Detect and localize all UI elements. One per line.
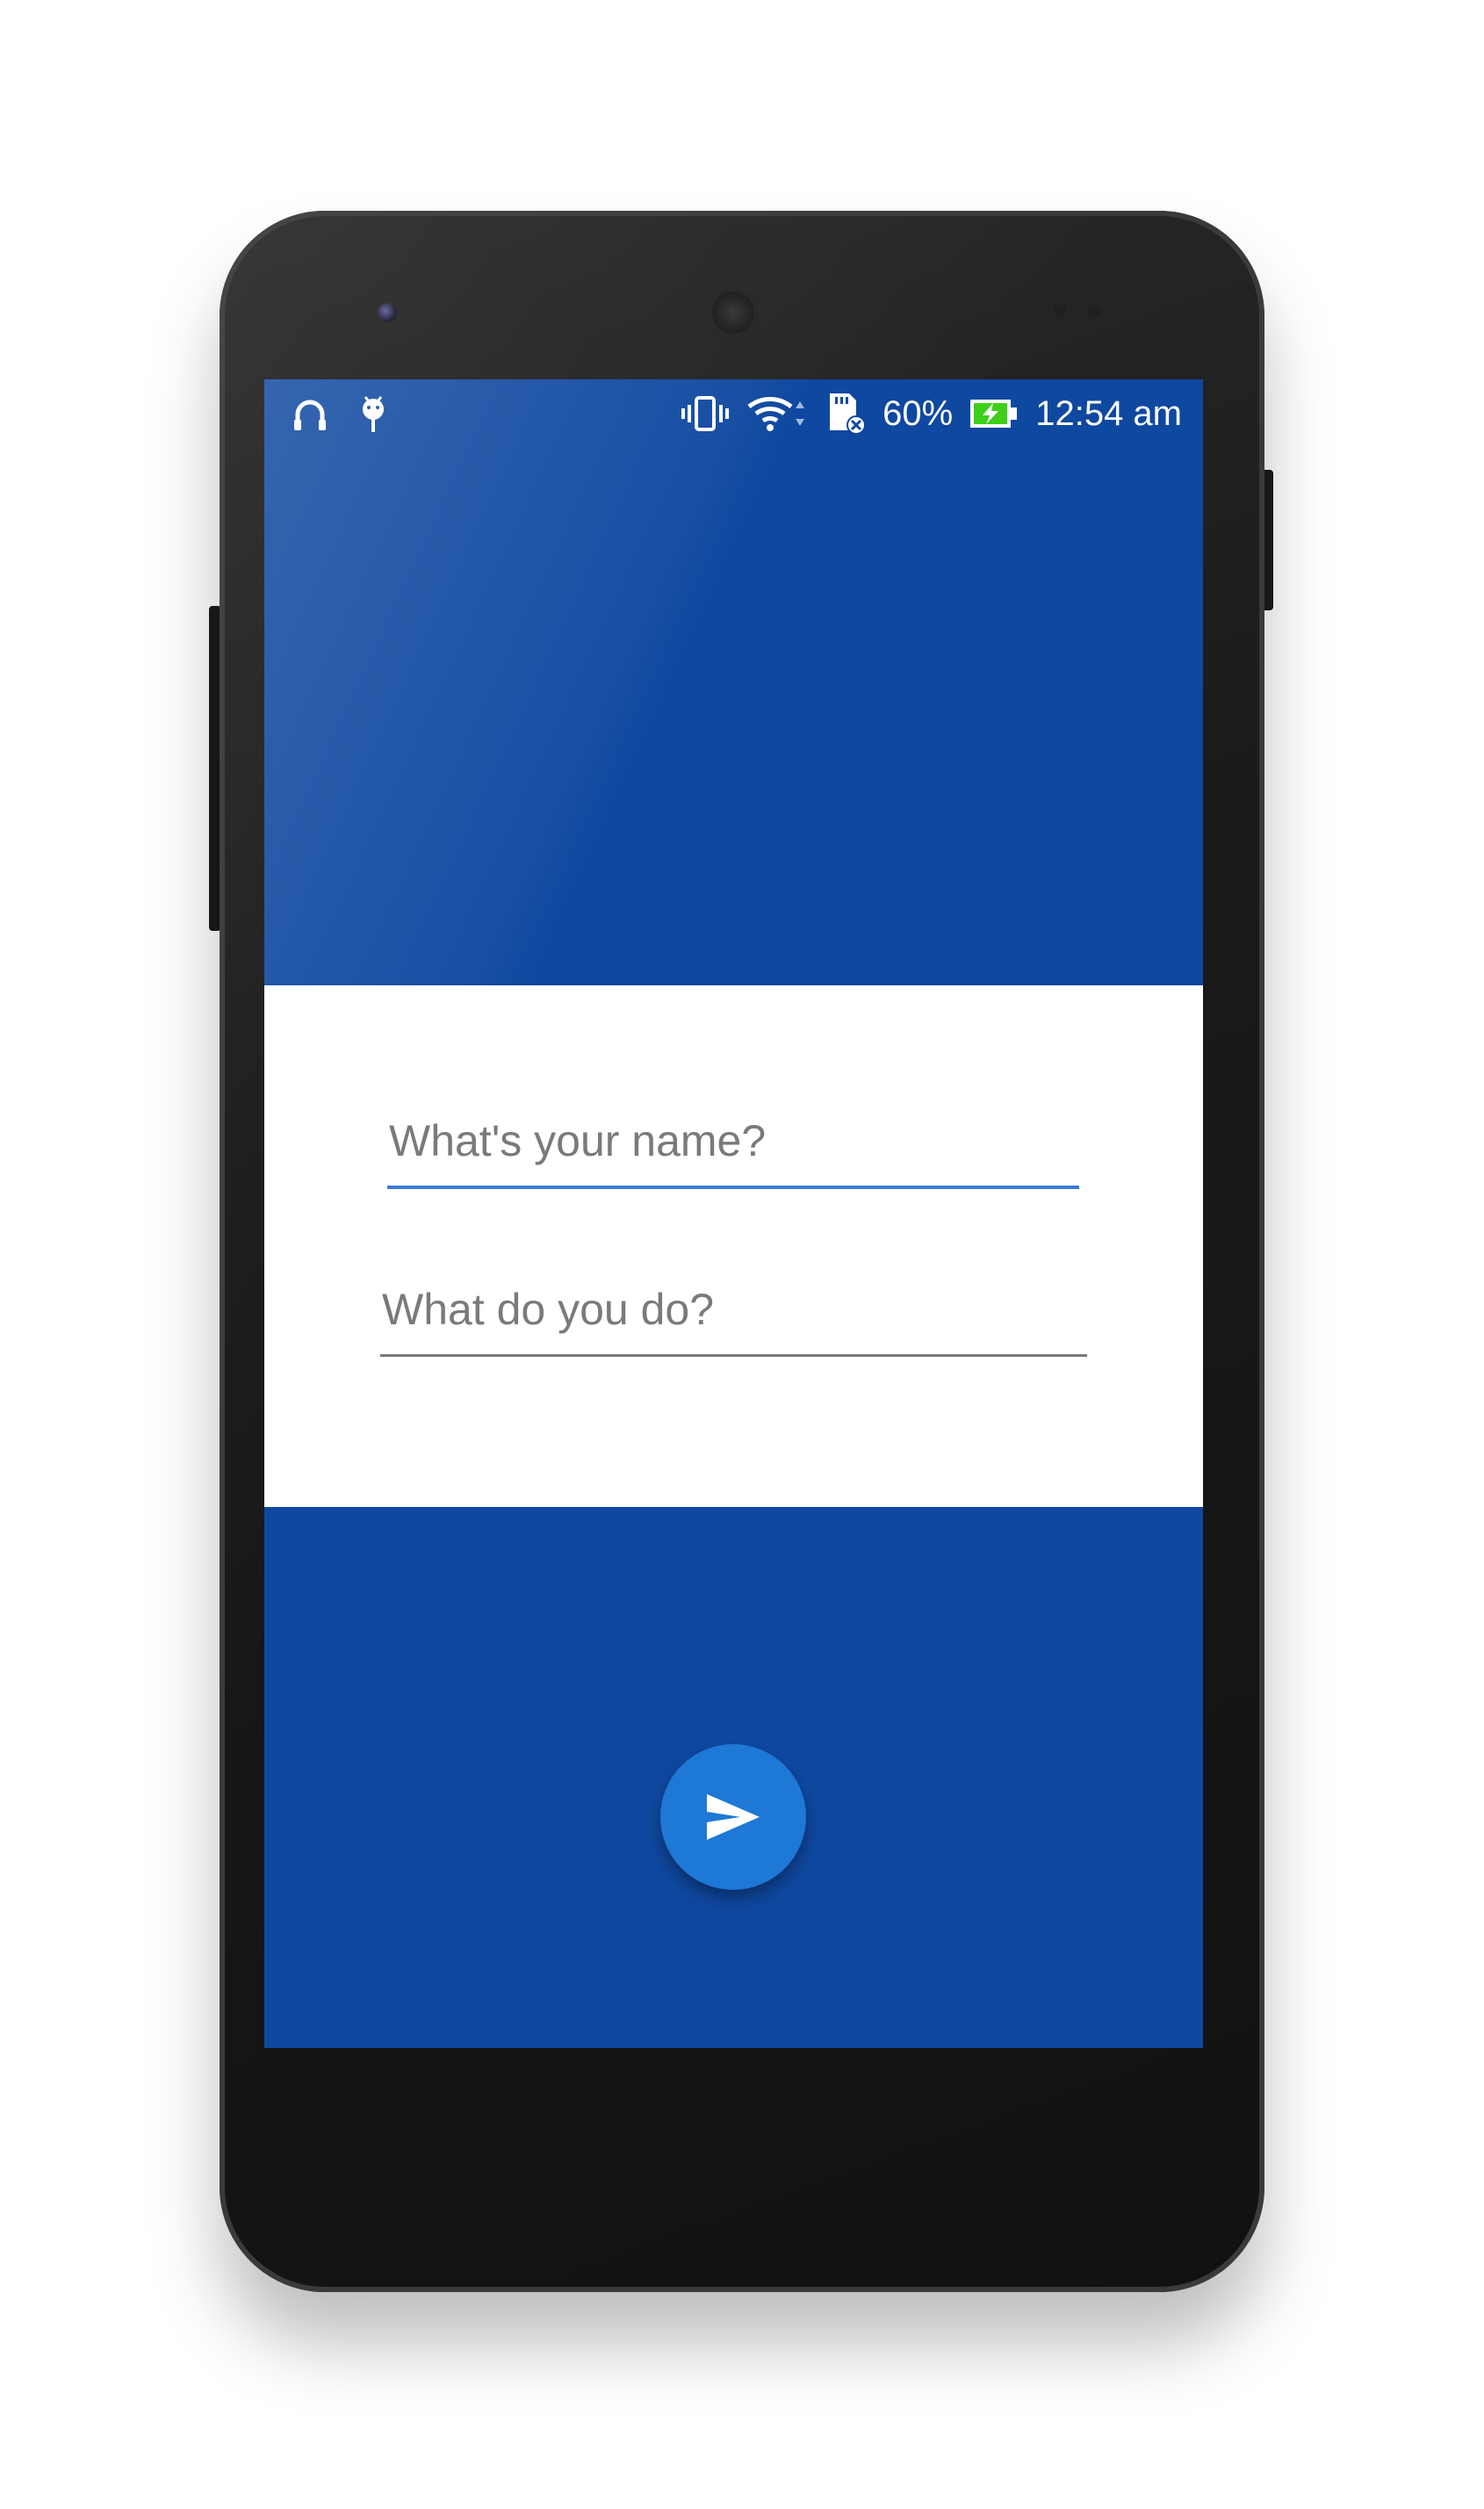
occupation-field-underline [380, 1354, 1087, 1357]
app-screen: 60% 12:54 am What's your name? What do y… [264, 379, 1203, 2048]
clock: 12:54 am [1035, 393, 1182, 433]
name-field[interactable]: What's your name? [387, 1115, 1079, 1189]
name-field-placeholder[interactable]: What's your name? [387, 1115, 1079, 1166]
headset-icon [291, 395, 329, 434]
light-sensor [1087, 305, 1099, 317]
proximity-sensor [1054, 305, 1066, 317]
vibrate-icon [681, 394, 730, 433]
header-panel [264, 379, 1203, 985]
send-icon [705, 1792, 761, 1842]
status-bar: 60% 12:54 am [264, 379, 1203, 453]
wifi-icon [746, 394, 809, 433]
sd-card-icon [825, 392, 867, 436]
earpiece-speaker [709, 288, 758, 337]
occupation-field-placeholder[interactable]: What do you do? [380, 1284, 1087, 1335]
occupation-field[interactable]: What do you do? [380, 1284, 1087, 1357]
battery-charging-icon [969, 396, 1019, 431]
send-button[interactable] [660, 1744, 806, 1890]
android-debug-icon [356, 393, 391, 436]
footer-panel [264, 1507, 1203, 2048]
device-mockup: 60% 12:54 am What's your name? What do y… [0, 0, 1484, 2509]
form-card: What's your name? What do you do? [264, 985, 1203, 1507]
front-camera [378, 303, 397, 322]
name-field-underline [387, 1186, 1079, 1189]
battery-percent: 60% [882, 393, 954, 433]
